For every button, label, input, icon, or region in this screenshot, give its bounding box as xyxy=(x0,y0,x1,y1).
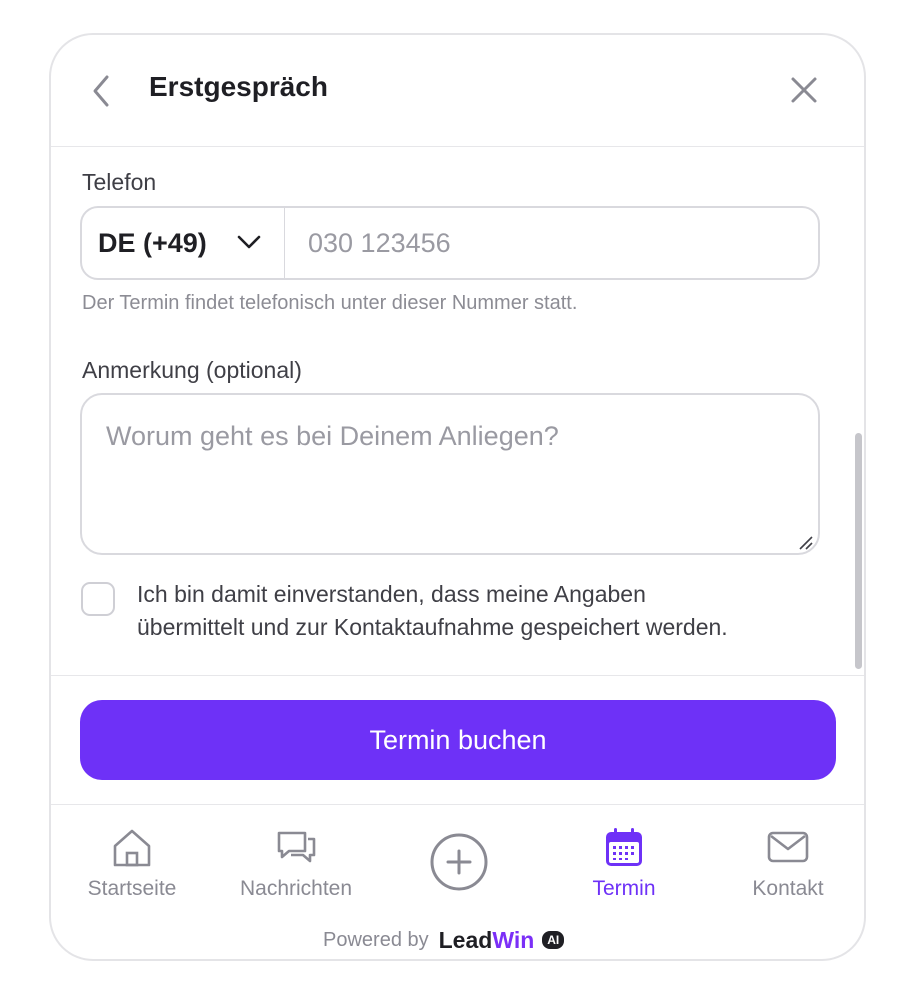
chat-icon xyxy=(277,831,316,863)
calendar-icon xyxy=(606,828,642,866)
consent-text: Ich bin damit einverstanden, dass meine … xyxy=(137,578,837,644)
ai-badge: AI xyxy=(542,931,565,949)
note-textarea[interactable] xyxy=(80,393,820,555)
country-code-select[interactable]: DE (+49) xyxy=(82,208,285,278)
nav-item-home[interactable]: Startseite xyxy=(57,825,207,905)
booking-widget: Erstgespräch Telefon DE (+49) Der Termin… xyxy=(49,33,866,961)
phone-hint: Der Termin findet telefonisch unter dies… xyxy=(82,292,578,314)
chevron-left-icon xyxy=(93,75,109,107)
nav-item-contact[interactable]: Kontakt xyxy=(713,825,863,905)
book-appointment-button[interactable]: Termin buchen xyxy=(80,700,836,780)
back-button[interactable] xyxy=(87,71,117,111)
mail-icon xyxy=(767,831,809,863)
powered-by: Powered by Lead Win AI xyxy=(323,925,565,955)
phone-label: Telefon xyxy=(82,169,157,195)
brand-name-win[interactable]: Win xyxy=(492,927,534,954)
scrollbar-thumb[interactable] xyxy=(855,433,862,669)
country-code-value: DE (+49) xyxy=(98,228,207,258)
close-button[interactable] xyxy=(787,73,821,107)
divider xyxy=(51,675,864,676)
powered-by-text: Powered by xyxy=(323,928,429,951)
add-button[interactable] xyxy=(429,832,489,892)
header: Erstgespräch xyxy=(51,35,864,147)
resize-handle-icon[interactable] xyxy=(798,535,814,551)
brand-name-lead[interactable]: Lead xyxy=(439,927,493,954)
consent-line-1: Ich bin damit einverstanden, dass meine … xyxy=(137,581,646,607)
phone-field-group: DE (+49) xyxy=(80,206,820,280)
consent-checkbox[interactable] xyxy=(81,582,115,616)
close-icon xyxy=(791,77,817,103)
nav-label-home: Startseite xyxy=(87,877,177,900)
consent-line-2: übermittelt und zur Kontaktaufnahme gesp… xyxy=(137,614,728,640)
nav-label-messages: Nachrichten xyxy=(239,877,353,900)
chevron-down-icon xyxy=(237,235,261,249)
divider xyxy=(51,804,864,805)
page-title: Erstgespräch xyxy=(149,71,328,102)
nav-item-messages[interactable]: Nachrichten xyxy=(221,825,371,905)
phone-input[interactable] xyxy=(286,208,816,278)
nav-label-appointment: Termin xyxy=(592,877,656,900)
note-label: Anmerkung (optional) xyxy=(82,357,302,383)
nav-item-appointment[interactable]: Termin xyxy=(549,825,699,905)
plus-circle-icon xyxy=(430,833,488,891)
nav-label-contact: Kontakt xyxy=(752,877,824,900)
home-icon xyxy=(113,829,151,867)
